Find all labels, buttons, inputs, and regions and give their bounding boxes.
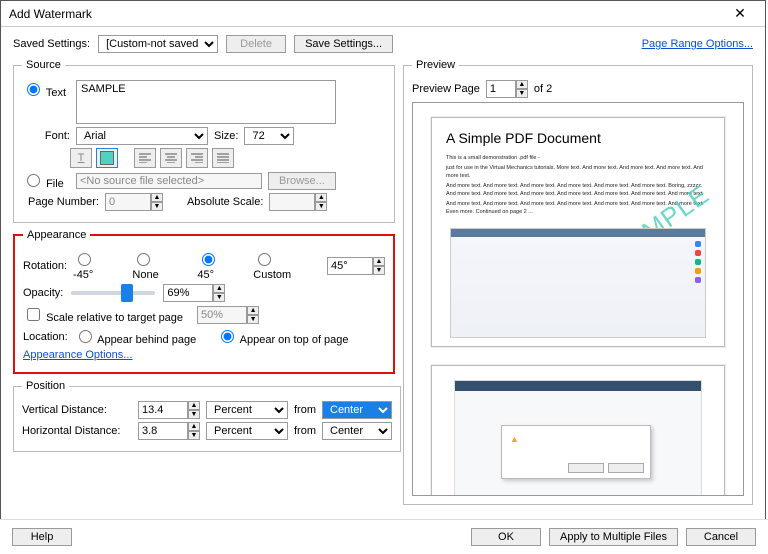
opacity-spinner[interactable]: ▲▼ <box>213 284 225 302</box>
size-select[interactable]: 72 <box>244 127 294 145</box>
hdist-input[interactable] <box>138 422 188 440</box>
hdist-unit-select[interactable]: Percent <box>206 422 288 440</box>
page-range-options-link[interactable]: Page Range Options... <box>642 38 753 50</box>
font-select[interactable]: Arial <box>76 127 208 145</box>
save-settings-button[interactable]: Save Settings... <box>294 35 393 53</box>
hdist-from-label: from <box>294 425 316 437</box>
saved-settings-label: Saved Settings: <box>13 38 90 50</box>
appearance-legend: Appearance <box>23 229 90 241</box>
preview-page-2 <box>431 365 725 496</box>
preview-of-label: of 2 <box>534 83 552 95</box>
source-file-radio[interactable] <box>27 174 40 187</box>
hdist-spinner[interactable]: ▲▼ <box>188 422 200 440</box>
preview-legend: Preview <box>412 59 459 71</box>
underline-icon[interactable]: T <box>70 148 92 168</box>
delete-button[interactable]: Delete <box>226 35 286 53</box>
absolute-scale-spinner: ▲▼ <box>315 193 327 211</box>
align-right-icon[interactable] <box>186 148 208 168</box>
source-group: Source Text Font: Arial Size: 72 T <box>13 59 395 223</box>
preview-page-spinner[interactable]: ▲▼ <box>516 80 528 98</box>
vdist-from-label: from <box>294 404 316 416</box>
align-left-icon[interactable] <box>134 148 156 168</box>
rotation-label: Rotation: <box>23 260 67 272</box>
rotation-spinner[interactable]: ▲▼ <box>373 257 385 275</box>
page-number-spinner: ▲▼ <box>151 193 163 211</box>
apply-multiple-button[interactable]: Apply to Multiple Files <box>549 528 678 546</box>
scale-relative-spinner: ▲▼ <box>247 306 259 324</box>
vdist-label: Vertical Distance: <box>22 404 132 416</box>
rotation-m45-radio[interactable] <box>78 253 91 266</box>
source-text-radio[interactable] <box>27 83 40 96</box>
appearance-group: Appearance Rotation: -45° None 45° Custo… <box>13 229 395 374</box>
rotation-custom-radio[interactable] <box>258 253 271 266</box>
preview-page-label: Preview Page <box>412 83 480 95</box>
ok-button[interactable]: OK <box>471 528 541 546</box>
appearance-options-link[interactable]: Appearance Options... <box>23 349 132 361</box>
vdist-unit-select[interactable]: Percent <box>206 401 288 419</box>
close-icon[interactable]: ✕ <box>723 3 757 25</box>
titlebar: Add Watermark ✕ <box>1 1 765 27</box>
hdist-from-select[interactable]: Center <box>322 422 392 440</box>
opacity-input[interactable] <box>163 284 213 302</box>
vdist-input[interactable] <box>138 401 188 419</box>
help-button[interactable]: Help <box>12 528 72 546</box>
saved-settings-select[interactable]: [Custom-not saved] <box>98 35 218 53</box>
scale-relative-input <box>197 306 247 324</box>
preview-area: A Simple PDF Document This is a small de… <box>412 102 744 496</box>
location-top-radio[interactable] <box>221 330 234 343</box>
size-label: Size: <box>214 130 238 142</box>
source-legend: Source <box>22 59 65 71</box>
scale-relative-checkbox[interactable] <box>27 308 40 321</box>
window-title: Add Watermark <box>9 7 92 21</box>
browse-button[interactable]: Browse... <box>268 172 336 190</box>
rotation-value-input[interactable] <box>327 257 373 275</box>
rotation-45-radio[interactable] <box>202 253 215 266</box>
vdist-spinner[interactable]: ▲▼ <box>188 401 200 419</box>
preview-page-1: A Simple PDF Document This is a small de… <box>431 117 725 347</box>
location-label: Location: <box>23 331 68 343</box>
text-color-icon[interactable] <box>96 148 118 168</box>
page-number-input <box>105 193 151 211</box>
align-center-icon[interactable] <box>160 148 182 168</box>
align-justify-icon[interactable] <box>212 148 234 168</box>
position-legend: Position <box>22 380 69 392</box>
hdist-label: Horizontal Distance: <box>22 425 132 437</box>
preview-page-input[interactable] <box>486 80 516 98</box>
vdist-from-select[interactable]: Center <box>322 401 392 419</box>
font-label: Font: <box>22 130 70 142</box>
absolute-scale-label: Absolute Scale: <box>187 196 263 208</box>
page-number-label: Page Number: <box>28 196 99 208</box>
opacity-slider[interactable] <box>71 291 155 295</box>
position-group: Position Vertical Distance: ▲▼ Percent f… <box>13 380 401 452</box>
absolute-scale-input <box>269 193 315 211</box>
source-file-path <box>76 173 262 189</box>
opacity-label: Opacity: <box>23 287 63 299</box>
cancel-button[interactable]: Cancel <box>686 528 756 546</box>
preview-group: Preview Preview Page ▲▼ of 2 A Simple PD… <box>403 59 753 505</box>
location-behind-radio[interactable] <box>79 330 92 343</box>
preview-doc-title: A Simple PDF Document <box>446 130 710 146</box>
preview-embedded-window <box>450 228 706 338</box>
rotation-none-radio[interactable] <box>137 253 150 266</box>
watermark-text-input[interactable] <box>76 80 336 124</box>
